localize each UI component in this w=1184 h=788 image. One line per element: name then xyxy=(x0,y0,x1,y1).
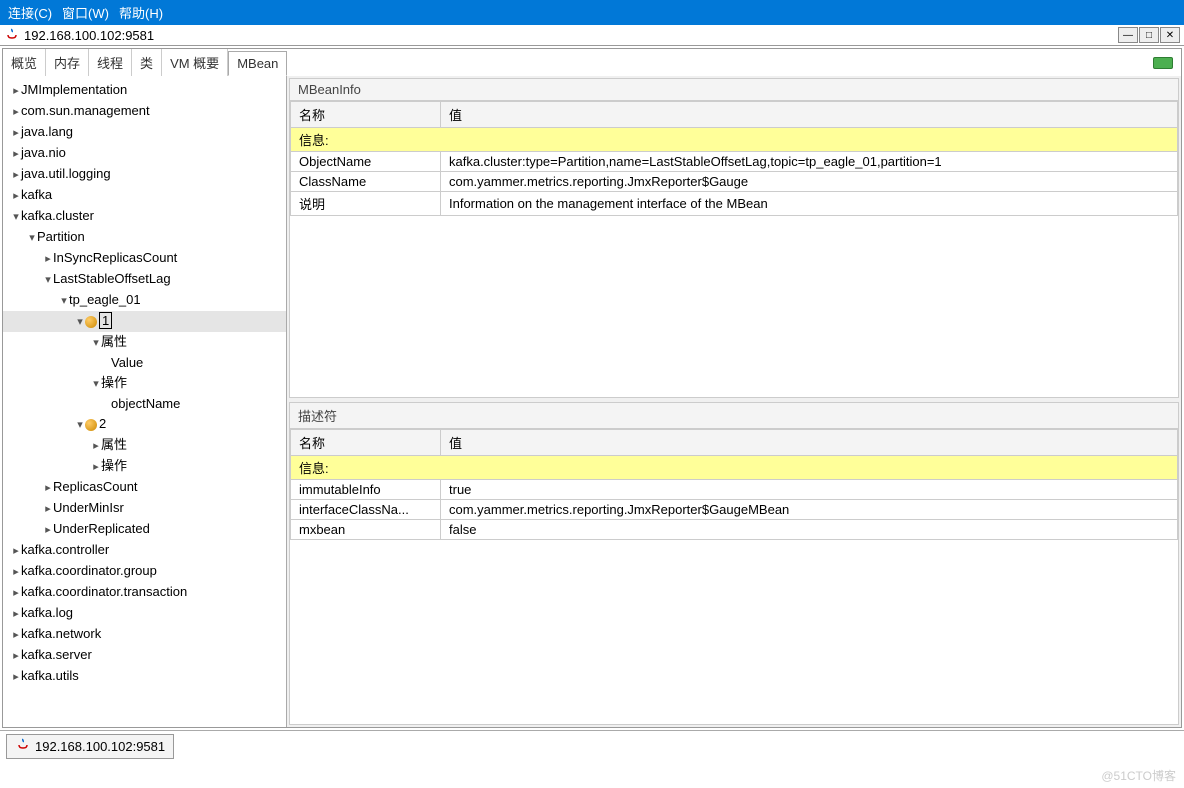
mbeaninfo-panel: MBeanInfo 名称值 信息: ObjectNamekafka.cluste… xyxy=(289,78,1179,398)
mbeaninfo-title: MBeanInfo xyxy=(290,79,1178,101)
window-title: 192.168.100.102:9581 xyxy=(24,28,1117,43)
tree-item[interactable]: ▸UnderMinIsr xyxy=(3,498,286,519)
bean-icon xyxy=(85,419,97,431)
tree-item[interactable]: ▸com.sun.management xyxy=(3,101,286,122)
tree-item[interactable]: ▸kafka.coordinator.group xyxy=(3,561,286,582)
mbeaninfo-table: 名称值 信息: ObjectNamekafka.cluster:type=Par… xyxy=(290,101,1178,216)
descriptor-table: 名称值 信息: immutableInfotrue interfaceClass… xyxy=(290,429,1178,540)
connection-status-icon xyxy=(1153,57,1173,69)
tree-item[interactable]: ▸kafka.server xyxy=(3,645,286,666)
tree-item[interactable]: ▸java.util.logging xyxy=(3,164,286,185)
table-row[interactable]: ObjectNamekafka.cluster:type=Partition,n… xyxy=(291,152,1178,172)
tree-item[interactable]: ▾2 xyxy=(3,414,286,435)
tab-memory[interactable]: 内存 xyxy=(46,49,89,76)
tree-item[interactable]: objectName xyxy=(3,394,286,414)
title-bar: 192.168.100.102:9581 — □ ✕ xyxy=(0,25,1184,46)
tab-mbean[interactable]: MBean xyxy=(228,51,287,76)
tree-item[interactable]: ▸操作 xyxy=(3,456,286,477)
tree-item[interactable]: ▸java.nio xyxy=(3,143,286,164)
tree-item[interactable]: ▸InSyncReplicasCount xyxy=(3,248,286,269)
tree-item[interactable]: ▸kafka.coordinator.transaction xyxy=(3,582,286,603)
tree-item[interactable]: ▾操作 xyxy=(3,373,286,394)
tab-vm-summary[interactable]: VM 概要 xyxy=(162,49,228,76)
tree-item[interactable]: ▸kafka.controller xyxy=(3,540,286,561)
java-icon xyxy=(15,737,31,756)
tree-item[interactable]: ▾kafka.cluster xyxy=(3,206,286,227)
mbean-tree[interactable]: ▸JMImplementation ▸com.sun.management ▸j… xyxy=(3,76,287,727)
content-area: 概览 内存 线程 类 VM 概要 MBean ▸JMImplementation… xyxy=(2,48,1182,728)
tree-item[interactable]: ▾属性 xyxy=(3,332,286,353)
status-text: 192.168.100.102:9581 xyxy=(35,739,165,754)
table-row[interactable]: mxbeanfalse xyxy=(291,520,1178,540)
tree-item[interactable]: ▾tp_eagle_01 xyxy=(3,290,286,311)
maximize-button[interactable]: □ xyxy=(1139,27,1159,43)
tab-overview[interactable]: 概览 xyxy=(3,49,46,76)
menu-bar: 连接(C) 窗口(W) 帮助(H) xyxy=(0,0,1184,25)
descriptor-title: 描述符 xyxy=(290,403,1178,429)
table-row[interactable]: immutableInfotrue xyxy=(291,480,1178,500)
minimize-button[interactable]: — xyxy=(1118,27,1138,43)
tree-item[interactable]: ▸kafka.network xyxy=(3,624,286,645)
tree-item[interactable]: ▸kafka xyxy=(3,185,286,206)
tree-item[interactable]: Value xyxy=(3,353,286,373)
table-row[interactable]: interfaceClassNa...com.yammer.metrics.re… xyxy=(291,500,1178,520)
close-button[interactable]: ✕ xyxy=(1160,27,1180,43)
table-row[interactable]: 说明Information on the management interfac… xyxy=(291,192,1178,216)
watermark: @51CTO博客 xyxy=(1101,767,1176,784)
tree-item[interactable]: ▸UnderReplicated xyxy=(3,519,286,540)
tree-item[interactable]: ▸属性 xyxy=(3,435,286,456)
status-bar: 192.168.100.102:9581 xyxy=(0,730,1184,762)
tree-item[interactable]: ▸kafka.utils xyxy=(3,666,286,687)
tree-item[interactable]: ▾Partition xyxy=(3,227,286,248)
tree-item[interactable]: ▾LastStableOffsetLag xyxy=(3,269,286,290)
tab-classes[interactable]: 类 xyxy=(132,49,162,76)
tab-row: 概览 内存 线程 类 VM 概要 MBean xyxy=(3,49,1181,76)
tree-item[interactable]: ▸ReplicasCount xyxy=(3,477,286,498)
menu-connect[interactable]: 连接(C) xyxy=(8,3,52,22)
java-icon xyxy=(4,27,20,43)
col-name[interactable]: 名称 xyxy=(291,102,441,128)
section-header: 信息: xyxy=(291,128,1178,152)
tree-item[interactable]: ▸JMImplementation xyxy=(3,80,286,101)
right-panel: MBeanInfo 名称值 信息: ObjectNamekafka.cluste… xyxy=(287,76,1181,727)
col-value[interactable]: 值 xyxy=(441,102,1178,128)
table-row[interactable]: ClassNamecom.yammer.metrics.reporting.Jm… xyxy=(291,172,1178,192)
section-header: 信息: xyxy=(291,456,1178,480)
tree-item[interactable]: ▸java.lang xyxy=(3,122,286,143)
status-tab[interactable]: 192.168.100.102:9581 xyxy=(6,734,174,759)
tree-item[interactable]: ▸kafka.log xyxy=(3,603,286,624)
col-value[interactable]: 值 xyxy=(441,430,1178,456)
main-split: ▸JMImplementation ▸com.sun.management ▸j… xyxy=(3,76,1181,727)
descriptor-panel: 描述符 名称值 信息: immutableInfotrue interfaceC… xyxy=(289,402,1179,725)
col-name[interactable]: 名称 xyxy=(291,430,441,456)
menu-help[interactable]: 帮助(H) xyxy=(119,3,163,22)
menu-window[interactable]: 窗口(W) xyxy=(62,3,109,22)
tree-item-selected[interactable]: ▾1 xyxy=(3,311,286,332)
bean-icon xyxy=(85,316,97,328)
tab-threads[interactable]: 线程 xyxy=(89,49,132,76)
